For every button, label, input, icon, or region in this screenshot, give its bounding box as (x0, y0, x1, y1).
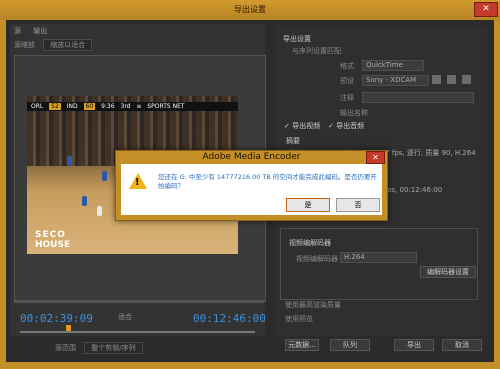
preview-timeline[interactable] (14, 300, 264, 303)
import-preset-icon[interactable] (447, 75, 457, 84)
delete-preset-icon[interactable] (462, 75, 472, 84)
scoreboard-bar: ORL 52 IND 60 9:36 3rd ≡ SPORTS NET (27, 102, 238, 111)
dialog-body: ! 您还在 G: 中至少有 14777216.00 TB 的空间才能完成此编码。… (121, 164, 382, 215)
metadata-button[interactable]: 元数据... (285, 339, 319, 351)
fit-dropdown[interactable]: 适合 (118, 312, 132, 322)
playhead-marker[interactable] (66, 325, 71, 331)
team1-name: ORL (31, 103, 44, 110)
export-button[interactable]: 导出 (394, 339, 434, 351)
team2-name: IND (66, 103, 78, 110)
warning-exclamation-icon: ! (135, 177, 140, 188)
source-scale-select[interactable]: 缩放以适合 (43, 39, 93, 51)
source-scale-label: 源缩放 (14, 41, 35, 49)
video-codec-select[interactable]: H.264 (340, 252, 417, 263)
court-logo-line2: HOUSE (35, 240, 71, 250)
network-badge-icon: ≡ (136, 103, 142, 110)
game-quarter: 3rd (120, 103, 131, 110)
player-figure (82, 196, 87, 206)
tab-output[interactable]: 输出 (33, 27, 47, 35)
network-name: SPORTS NET (147, 103, 185, 110)
use-previews-checkbox[interactable]: 使用预览 (285, 314, 313, 324)
preset-actions (432, 75, 475, 86)
game-clock: 9:36 (101, 103, 115, 110)
team1-score: 52 (49, 103, 61, 110)
dialog-message: 您还在 G: 中至少有 14777216.00 TB 的空间才能完成此编码。是否… (158, 173, 377, 190)
preview-tabs: 源 输出 (14, 26, 264, 36)
format-select[interactable]: QuickTime (362, 60, 424, 71)
codec-settings-button[interactable]: 编解码器设置 (420, 266, 476, 278)
player-figure (102, 171, 107, 181)
window-close-button[interactable]: ✕ (474, 2, 498, 17)
scrub-bar[interactable] (20, 331, 255, 333)
dialog-close-button[interactable]: ✕ (366, 151, 385, 164)
tab-source[interactable]: 源 (14, 27, 21, 35)
team2-score: 60 (83, 103, 96, 110)
max-render-quality-checkbox[interactable]: 使用最高渲染质量 (285, 300, 341, 310)
export-audio-checkbox[interactable]: ✓ 导出音频 (328, 121, 364, 131)
save-preset-icon[interactable] (432, 75, 441, 84)
preset-label: 预设 (340, 77, 354, 85)
timecode-in[interactable]: 00:02:39:09 (20, 312, 93, 325)
cancel-button[interactable]: 取消 (442, 339, 482, 351)
video-codec-header[interactable]: 视频编解码器 (289, 238, 331, 248)
dialog-title: Adobe Media Encoder (202, 152, 301, 162)
dialog-no-button[interactable]: 否 (336, 198, 380, 212)
comments-input[interactable] (362, 92, 474, 103)
summary-header[interactable]: 摘要 (286, 136, 300, 146)
court-logo-line1: SECO (35, 230, 66, 240)
player-figure (97, 206, 102, 216)
timecode-out: 00:12:46:00 (193, 312, 266, 325)
window-title: 导出设置 (234, 5, 266, 14)
export-settings-header[interactable]: 导出设置 (283, 34, 311, 44)
output-name-label: 输出名称 (340, 109, 368, 117)
match-sequence-label[interactable]: 与序列设置匹配 (292, 46, 341, 56)
dialog-yes-button[interactable]: 是 (286, 198, 330, 212)
source-range-select[interactable]: 整个剪辑/序列 (84, 342, 143, 354)
format-label: 格式 (340, 62, 354, 70)
encoder-warning-dialog: Adobe Media Encoder ✕ ! 您还在 G: 中至少有 1477… (115, 150, 388, 221)
player-figure (67, 156, 72, 166)
source-range-row: 源范围 整个剪辑/序列 (55, 342, 143, 354)
queue-button[interactable]: 队列 (330, 339, 370, 351)
source-scale-row: 源缩放 缩放以适合 (14, 39, 264, 51)
video-codec-label: 视频编解码器 (296, 255, 338, 263)
preset-select[interactable]: Sony - XDCAM (362, 75, 429, 86)
comments-label: 注释 (340, 94, 354, 102)
export-video-checkbox[interactable]: ✓ 导出视频 (284, 121, 320, 131)
source-range-label: 源范围 (55, 344, 76, 352)
